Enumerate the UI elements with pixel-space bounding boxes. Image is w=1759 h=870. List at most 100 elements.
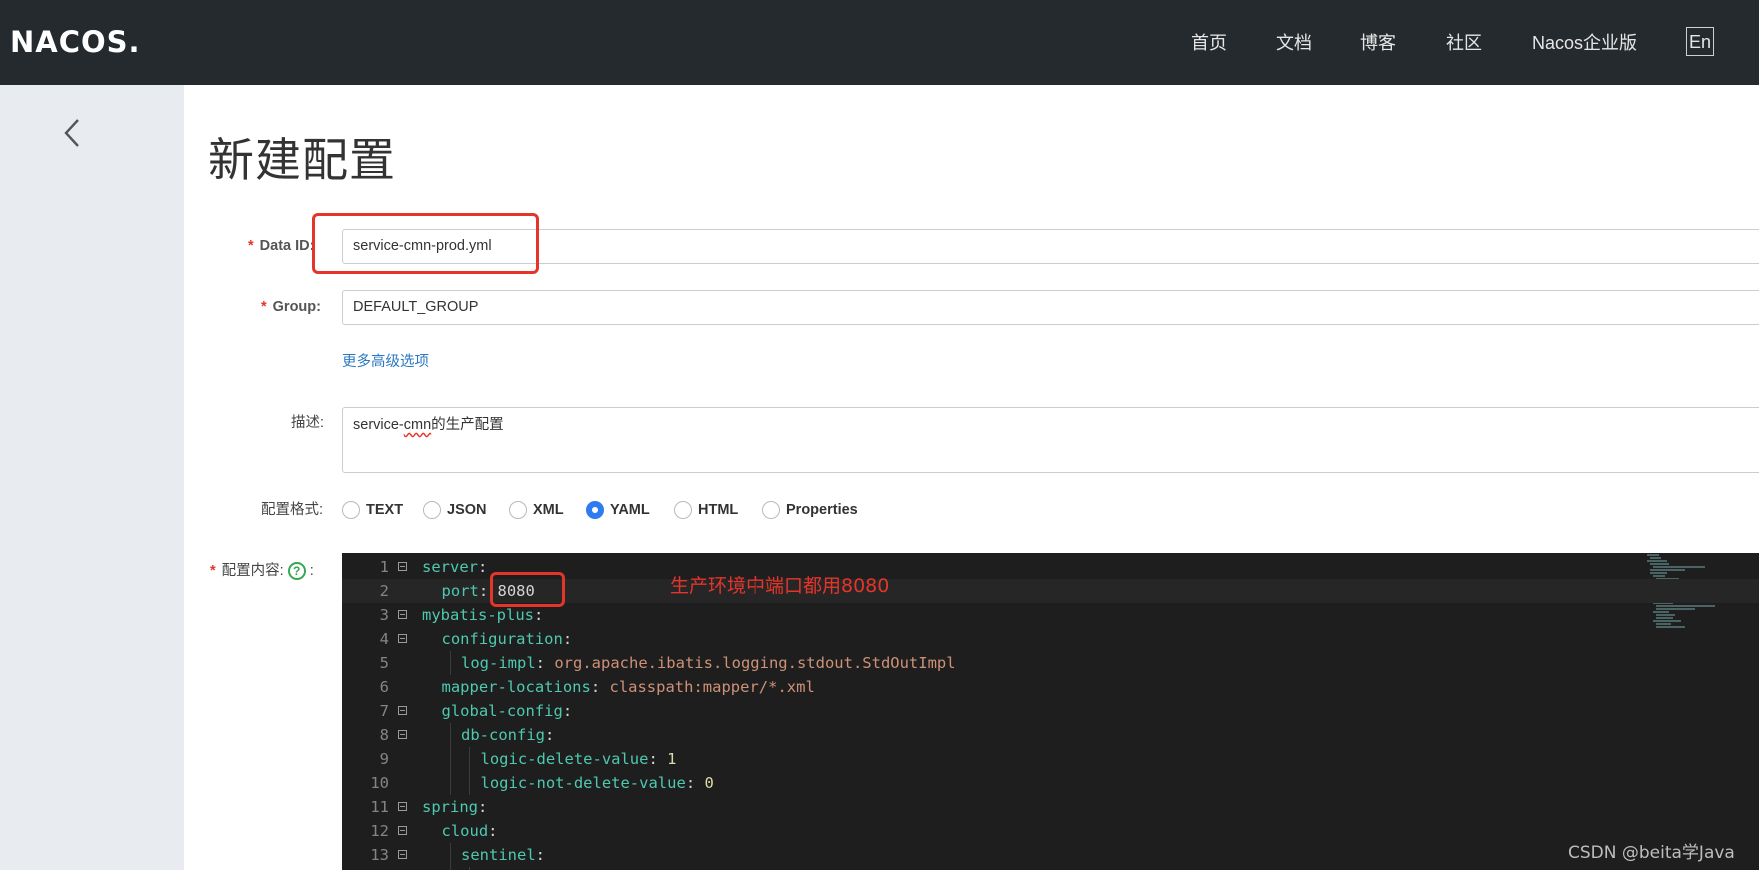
editor-line[interactable]: 5 log-impl: org.apache.ibatis.logging.std… [342,651,1759,675]
top-nav-bar: NACOS. 首页 文档 博客 社区 Nacos企业版 En [0,0,1759,85]
data-id-input[interactable]: service-cmn-prod.yml [342,229,1759,264]
nav-item-home[interactable]: 首页 [1191,30,1227,56]
nav-item-community[interactable]: 社区 [1446,30,1482,56]
yaml-separator: : [590,678,610,696]
nav-item-blog[interactable]: 博客 [1360,30,1396,56]
required-mark: * [248,238,254,254]
yaml-separator: : [478,558,488,576]
text-cursor-icon [753,581,759,597]
line-number: 2 [379,582,389,600]
required-mark: * [210,563,216,579]
yaml-key: logic-delete-value [480,750,649,768]
logo-text: NACOS. [10,25,141,59]
radio-label: YAML [610,502,650,518]
format-label: 配置格式: [261,502,324,518]
yaml-separator: : [562,702,573,720]
nav-item-docs[interactable]: 文档 [1276,30,1312,56]
nacos-logo[interactable]: NACOS. [10,25,141,59]
editor-line[interactable]: 13 sentinel: [342,843,1759,867]
yaml-key: mybatis-plus [422,606,534,624]
help-icon[interactable]: ? [287,562,306,581]
data-id-highlight-box [312,213,539,274]
code-text: logic-not-delete-value: 0 [481,771,714,795]
editor-line[interactable]: 9 logic-delete-value: 1 [342,747,1759,771]
fold-toggle-icon[interactable] [398,562,407,571]
nav-item-enterprise[interactable]: Nacos企业版 [1532,30,1637,56]
radio-label: XML [533,502,564,518]
description-label: 描述: [291,415,325,431]
language-switch-button[interactable]: En [1686,27,1714,56]
code-text: sentinel: [461,843,545,867]
format-radio-yaml[interactable]: YAML [586,498,650,522]
radio-label: Properties [786,502,858,518]
line-number: 10 [370,774,389,792]
yaml-key: sentinel [461,846,536,864]
fold-toggle-icon[interactable] [398,730,407,739]
fold-toggle-icon[interactable] [398,850,407,859]
back-arrow-icon[interactable] [58,116,88,150]
radio-label: TEXT [366,502,404,518]
yaml-separator: : [535,654,555,672]
line-number: 12 [370,822,389,840]
line-number: 9 [379,750,389,768]
yaml-separator: : [685,774,705,792]
radio-circle-icon [674,501,692,519]
yaml-key: mapper-locations [441,678,591,696]
description-text-misspelled: cmn [403,417,432,433]
content-label-text: 配置内容: [221,563,284,579]
radio-selected-icon [586,501,604,519]
fold-toggle-icon[interactable] [398,802,407,811]
fold-toggle-icon[interactable] [398,634,407,643]
data-id-label-text: Data ID: [259,238,315,254]
code-text: logic-delete-value: 1 [481,747,677,771]
code-text: server: [422,555,487,579]
annotation-text: 生产环境中端口都用8080 [670,575,890,597]
editor-line[interactable]: 12 cloud: [342,819,1759,843]
group-label: * Group: [261,297,321,317]
content-label: * 配置内容:?: [210,561,314,581]
code-text: db-config: [461,723,554,747]
group-input[interactable]: DEFAULT_GROUP [342,290,1759,325]
indent-guide [449,723,451,747]
fold-toggle-icon[interactable] [398,610,407,619]
indent-guide [449,651,451,675]
description-textarea[interactable]: service-cmn的生产配置 [342,407,1759,473]
format-radio-properties[interactable]: Properties [762,498,858,522]
yaml-separator: : [478,798,488,816]
line-number: 7 [379,702,389,720]
line-number: 13 [370,846,389,864]
yaml-key: logic-not-delete-value [480,774,686,792]
radio-circle-icon [423,501,441,519]
format-radio-xml[interactable]: XML [509,498,564,522]
indent-guide [449,771,451,795]
fold-toggle-icon[interactable] [398,826,407,835]
more-advanced-options-link[interactable]: 更多高级选项 [342,352,429,372]
yaml-key: configuration [441,630,563,648]
yaml-key: spring [422,798,478,816]
format-radio-html[interactable]: HTML [674,498,738,522]
code-text: log-impl: org.apache.ibatis.logging.stdo… [461,651,956,675]
editor-line[interactable]: 8 db-config: [342,723,1759,747]
format-radio-text[interactable]: TEXT [342,498,403,522]
yaml-key: db-config [461,726,545,744]
fold-toggle-icon[interactable] [398,706,407,715]
line-number: 3 [379,606,389,624]
editor-line[interactable]: 6 mapper-locations: classpath:mapper/*.xm… [342,675,1759,699]
yaml-separator: : [488,822,498,840]
editor-line[interactable]: 11 spring: [342,795,1759,819]
yaml-key: port [441,582,479,600]
radio-circle-icon [509,501,527,519]
radio-label: HTML [698,502,739,518]
description-text-suffix: 的生产配置 [431,417,504,433]
code-text: configuration: [442,627,573,651]
editor-line[interactable]: 10 logic-not-delete-value: 0 [342,771,1759,795]
format-radio-json[interactable]: JSON [423,498,487,522]
group-value: DEFAULT_GROUP [353,299,479,315]
line-number: 4 [379,630,389,648]
editor-line[interactable]: 4 configuration: [342,627,1759,651]
page-title: 新建配置 [208,133,396,187]
line-number: 8 [379,726,389,744]
yaml-key: log-impl [461,654,536,672]
yaml-separator: : [648,750,668,768]
editor-line[interactable]: 7 global-config: [342,699,1759,723]
